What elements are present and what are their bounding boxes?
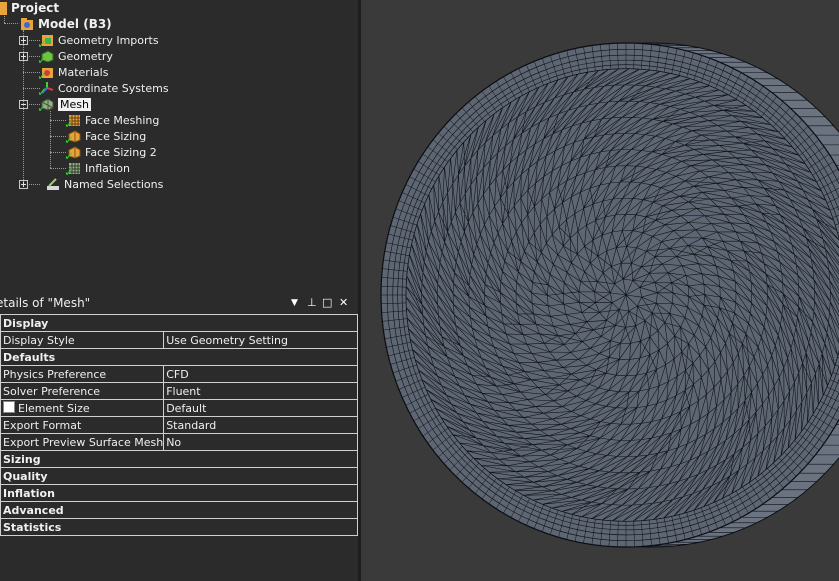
details-property-row[interactable]: Physics Preference CFD — [0, 365, 358, 383]
property-label: Physics Preference — [3, 367, 107, 381]
property-name: Element Size — [0, 399, 165, 417]
property-name: Export Preview Surface Mesh — [0, 433, 165, 451]
tree-node-label: Face Sizing 2 — [85, 145, 157, 159]
named-selections-icon — [46, 177, 60, 191]
details-property-row[interactable]: Export Preview Surface Mesh No — [0, 433, 358, 451]
project-icon — [0, 1, 7, 15]
tree-node-label: Materials — [58, 65, 109, 79]
expand-toggle[interactable] — [19, 180, 28, 189]
coordinate-systems-icon: ✓ — [37, 81, 54, 98]
tree-node-face-sizing[interactable]: ✓ Face Sizing — [64, 128, 147, 147]
group-label: Quality — [0, 467, 358, 485]
model-icon — [20, 17, 34, 31]
details-property-row[interactable]: Display Style Use Geometry Setting — [0, 331, 358, 349]
details-group-header[interactable]: Inflation — [0, 484, 358, 502]
details-title: etails of "Mesh" — [0, 296, 91, 310]
tree-node-mesh[interactable]: ✓ Mesh — [37, 96, 91, 114]
dropdown-icon[interactable]: ▼ — [291, 298, 298, 308]
tree-node-label: Geometry — [58, 49, 113, 63]
tree-node-label: Face Meshing — [85, 113, 160, 127]
details-group-header[interactable]: Sizing — [0, 450, 358, 468]
geometry-imports-icon: ✓ — [37, 33, 54, 50]
tree-node-label: Mesh — [58, 97, 91, 111]
collapse-toggle[interactable] — [19, 100, 28, 109]
property-name: Solver Preference — [0, 382, 165, 400]
tree-node-geometry-imports[interactable]: ✓ Geometry Imports — [37, 32, 159, 51]
tree-connector — [4, 23, 18, 24]
tree-node-face-sizing-2[interactable]: ✓ Face Sizing 2 — [64, 144, 157, 163]
property-value[interactable]: Use Geometry Setting — [163, 331, 358, 349]
tree-node-materials[interactable]: ✓ Materials — [37, 64, 109, 83]
property-value[interactable]: Default — [163, 399, 358, 417]
tree-connector — [27, 184, 40, 185]
property-value[interactable]: CFD — [163, 365, 358, 383]
details-group-header[interactable]: Display — [0, 314, 358, 332]
property-label: Element Size — [18, 402, 90, 415]
property-label: Export Format — [3, 418, 82, 432]
property-label: Solver Preference — [3, 384, 101, 398]
face-sizing-icon: ✓ — [64, 145, 81, 162]
group-label: Inflation — [0, 484, 358, 502]
tree-node-coordinate-systems[interactable]: ✓ Coordinate Systems — [37, 80, 169, 99]
tree-node-label: Model (B3) — [38, 17, 112, 31]
mesh-render — [380, 42, 839, 548]
expand-toggle[interactable] — [19, 52, 28, 61]
property-name: Export Format — [0, 416, 165, 434]
details-title-bar: etails of "Mesh" ▼ ⊥ □ ✕ — [0, 294, 358, 312]
property-label: Display Style — [3, 333, 75, 347]
tree-node-label: Coordinate Systems — [58, 81, 169, 95]
group-label: Display — [0, 314, 358, 332]
tree-node-model[interactable]: Model (B3) — [20, 16, 112, 32]
tree-node-inflation[interactable]: ✓ Inflation — [64, 160, 130, 179]
geometry-icon: ✓ — [37, 49, 54, 66]
property-value[interactable]: Standard — [163, 416, 358, 434]
group-label: Advanced — [0, 501, 358, 519]
tree-node-face-meshing[interactable]: ✓ Face Meshing — [64, 112, 160, 131]
tree-node-named-selections[interactable]: Named Selections — [46, 176, 163, 192]
outline-tree: Project Model (B3) ✓ Geometry Imports ✓ — [0, 0, 358, 290]
property-value[interactable]: No — [163, 433, 358, 451]
details-group-header[interactable]: Advanced — [0, 501, 358, 519]
details-property-row[interactable]: Export Format Standard — [0, 416, 358, 434]
close-icon[interactable]: ✕ — [339, 296, 348, 309]
details-grid: Display Display Style Use Geometry Setting… — [0, 314, 358, 536]
tree-node-label: Named Selections — [64, 177, 164, 191]
property-name: Physics Preference — [0, 365, 165, 383]
tree-node-project[interactable]: Project — [0, 0, 59, 16]
graphics-viewport[interactable] — [361, 0, 839, 581]
tree-node-geometry[interactable]: ✓ Geometry — [37, 48, 113, 67]
property-name: Display Style — [0, 331, 165, 349]
property-value[interactable]: Fluent — [163, 382, 358, 400]
group-label: Statistics — [0, 518, 358, 536]
inflation-icon: ✓ — [64, 161, 81, 178]
tree-node-label: Project — [11, 1, 60, 15]
group-label: Defaults — [0, 348, 358, 366]
property-label: Export Preview Surface Mesh — [3, 435, 164, 449]
details-group-header[interactable]: Statistics — [0, 518, 358, 536]
tree-node-label: Geometry Imports — [58, 33, 159, 47]
details-group-header[interactable]: Defaults — [0, 348, 358, 366]
expand-toggle[interactable] — [19, 36, 28, 45]
details-property-row[interactable]: Element Size Default — [0, 399, 358, 417]
details-group-header[interactable]: Quality — [0, 467, 358, 485]
face-meshing-icon: ✓ — [64, 113, 81, 130]
details-property-row[interactable]: Solver Preference Fluent — [0, 382, 358, 400]
pin-icon[interactable]: ⊥ — [307, 296, 317, 309]
tree-node-label: Inflation — [85, 161, 130, 175]
parameter-checkbox[interactable] — [3, 401, 15, 413]
group-label: Sizing — [0, 450, 358, 468]
materials-icon: ✓ — [37, 65, 54, 82]
restore-icon[interactable]: □ — [322, 296, 332, 309]
mesh-icon: ✓ — [37, 97, 54, 114]
left-panel: Project Model (B3) ✓ Geometry Imports ✓ — [0, 0, 358, 581]
tree-node-label: Face Sizing — [85, 129, 147, 143]
face-sizing-icon: ✓ — [64, 129, 81, 146]
